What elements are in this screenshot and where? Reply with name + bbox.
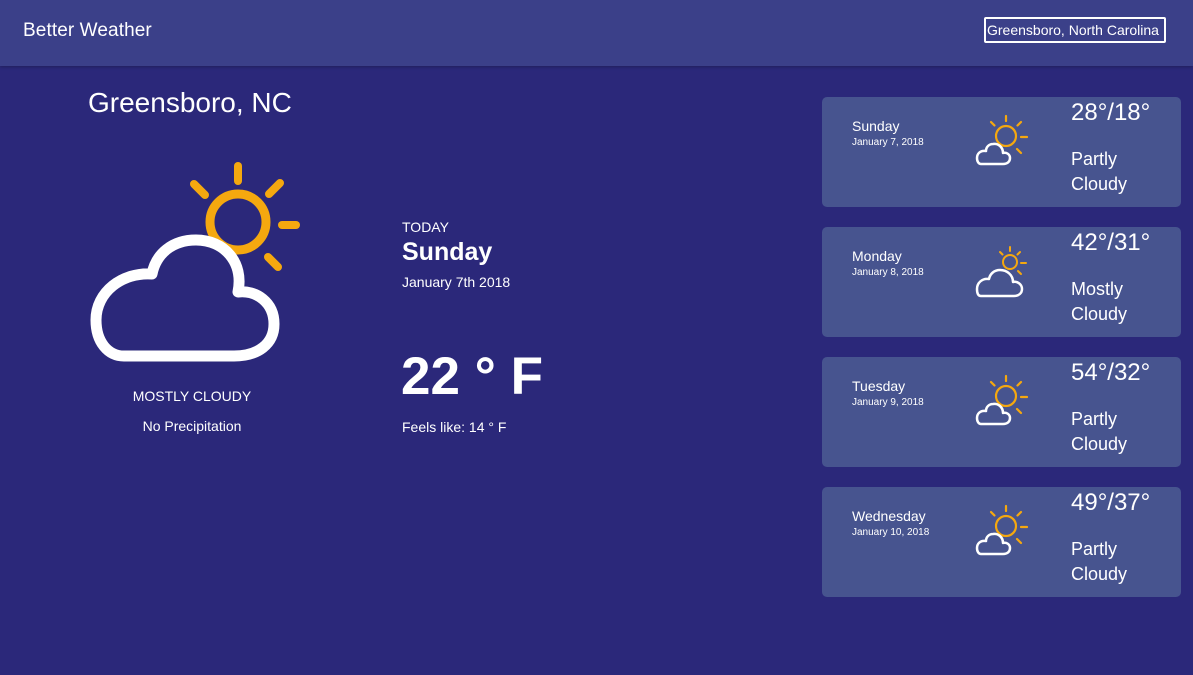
forecast-high-low: 54°/32° [1071, 359, 1151, 386]
today-label: TODAY [402, 219, 449, 235]
forecast-list: Sunday January 7, 2018 28°/18° Partly Cl… [822, 97, 1181, 617]
forecast-card-wednesday[interactable]: Wednesday January 10, 2018 49°/37° Partl… [822, 487, 1181, 597]
top-bar: Better Weather [0, 0, 1193, 66]
forecast-description-line: Partly [1071, 149, 1118, 169]
forecast-card-tuesday[interactable]: Tuesday January 9, 2018 54°/32° Partly C… [822, 357, 1181, 467]
current-city: Greensboro, NC [88, 87, 292, 118]
forecast-high-low: 42°/31° [1071, 229, 1151, 256]
forecast-day: Sunday [852, 118, 900, 134]
forecast-description-line: Cloudy [1071, 434, 1128, 454]
forecast-date: January 10, 2018 [852, 527, 930, 538]
forecast-description-line: Mostly [1071, 279, 1124, 299]
mostly-cloudy-icon [975, 246, 1027, 298]
forecast-date: January 7, 2018 [852, 137, 924, 148]
forecast-card-sunday[interactable]: Sunday January 7, 2018 28°/18° Partly Cl… [822, 97, 1181, 207]
forecast-date: January 9, 2018 [852, 397, 924, 408]
forecast-day: Monday [852, 248, 902, 264]
forecast-description: Mostly Cloudy [1071, 277, 1171, 327]
forecast-description-line: Cloudy [1071, 564, 1128, 584]
partly-cloudy-icon [975, 504, 1029, 556]
current-condition: MOSTLY CLOUDY [132, 388, 252, 404]
current-temperature: 22 ° F [401, 347, 543, 406]
app-title[interactable]: Better Weather [23, 20, 152, 42]
forecast-high-low: 28°/18° [1071, 99, 1151, 126]
forecast-description-line: Cloudy [1071, 174, 1128, 194]
forecast-day: Wednesday [852, 508, 926, 524]
forecast-card-monday[interactable]: Monday January 8, 2018 42°/31° Mostly Cl… [822, 227, 1181, 337]
forecast-date: January 8, 2018 [852, 267, 924, 278]
partly-cloudy-icon [90, 162, 300, 362]
forecast-description: Partly Cloudy [1071, 147, 1171, 197]
forecast-description: Partly Cloudy [1071, 407, 1171, 457]
location-search-input[interactable] [984, 17, 1166, 43]
forecast-day: Tuesday [852, 378, 906, 394]
today-date: January 7th 2018 [402, 274, 511, 290]
forecast-description-line: Partly [1071, 409, 1118, 429]
precipitation-status: No Precipitation [142, 418, 242, 434]
partly-cloudy-icon [975, 374, 1029, 426]
forecast-description-line: Cloudy [1071, 304, 1128, 324]
today-day: Sunday [402, 238, 493, 266]
partly-cloudy-icon [975, 114, 1029, 166]
forecast-high-low: 49°/37° [1071, 489, 1151, 516]
forecast-description-line: Partly [1071, 539, 1118, 559]
forecast-description: Partly Cloudy [1071, 537, 1171, 587]
feels-like: Feels like: 14 ° F [402, 419, 507, 435]
